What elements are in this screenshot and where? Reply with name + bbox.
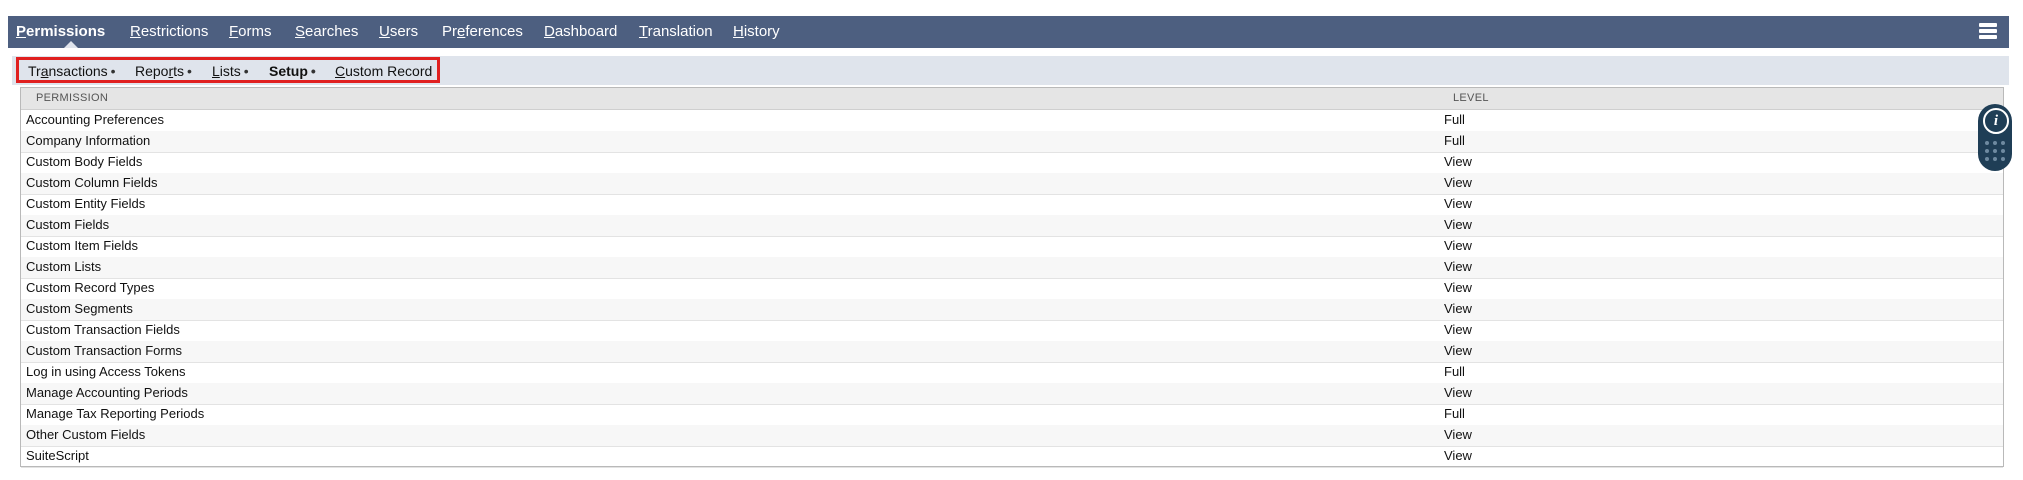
level-cell: View (1444, 259, 1472, 274)
level-cell: View (1444, 385, 1472, 400)
table-row[interactable]: Company Information Full (21, 131, 2003, 153)
subtab-custom-record[interactable]: Custom Record (335, 61, 432, 81)
level-cell: View (1444, 217, 1472, 232)
level-cell: Full (1444, 364, 1465, 379)
level-cell: View (1444, 280, 1472, 295)
table-row[interactable]: Custom Segments View (21, 299, 2003, 321)
table-row[interactable]: Manage Tax Reporting Periods Full (21, 404, 2003, 426)
level-cell: View (1444, 448, 1472, 463)
table-row[interactable]: Custom Body Fields View (21, 152, 2003, 174)
level-cell: Full (1444, 112, 1465, 127)
tab-preferences[interactable]: Preferences (442, 16, 523, 48)
tab-history[interactable]: History (733, 16, 780, 48)
table-row[interactable]: Custom Entity Fields View (21, 194, 2003, 216)
tab-translation[interactable]: Translation (639, 16, 713, 48)
table-header: PERMISSION LEVEL (21, 88, 2003, 110)
permission-cell: Custom Item Fields (26, 238, 138, 253)
level-cell: Full (1444, 406, 1465, 421)
permission-cell: Custom Entity Fields (26, 196, 146, 211)
level-cell: View (1444, 154, 1472, 169)
table-row[interactable]: SuiteScript View (21, 446, 2003, 468)
column-header-level[interactable]: LEVEL (1453, 92, 1489, 104)
table-row[interactable]: Custom Lists View (21, 257, 2003, 279)
level-cell: View (1444, 196, 1472, 211)
tab-restrictions[interactable]: Restrictions (130, 16, 208, 48)
table-row[interactable]: Accounting Preferences Full (21, 110, 2003, 132)
permission-cell: Accounting Preferences (26, 112, 165, 127)
permission-cell: Custom Lists (26, 259, 102, 274)
subtab-lists[interactable]: Lists • (212, 61, 249, 81)
permission-cell: Custom Transaction Fields (26, 322, 180, 337)
page: Permissions Restrictions Forms Searches … (0, 0, 2023, 480)
table-row[interactable]: Other Custom Fields View (21, 425, 2003, 447)
table-row[interactable]: Log in using Access Tokens Full (21, 362, 2003, 384)
permission-cell: Custom Column Fields (26, 175, 158, 190)
level-cell: View (1444, 343, 1472, 358)
keypad-icon[interactable] (1985, 141, 2006, 162)
permission-cell: Custom Record Types (26, 280, 155, 295)
permission-cell: Manage Tax Reporting Periods (26, 406, 205, 421)
permission-cell: Log in using Access Tokens (26, 364, 186, 379)
table-row[interactable]: Custom Transaction Forms View (21, 341, 2003, 363)
table-row[interactable]: Manage Accounting Periods View (21, 383, 2003, 405)
permission-cell: Custom Fields (26, 217, 110, 232)
level-cell: View (1444, 238, 1472, 253)
level-cell: View (1444, 301, 1472, 316)
level-cell: View (1444, 175, 1472, 190)
help-widget[interactable]: i (1978, 104, 2012, 171)
tab-permissions[interactable]: Permissions (16, 16, 105, 48)
top-nav-bar: Permissions Restrictions Forms Searches … (8, 16, 2009, 48)
info-icon[interactable]: i (1983, 108, 2009, 134)
tab-dashboard[interactable]: Dashboard (544, 16, 617, 48)
column-header-permission[interactable]: PERMISSION (36, 92, 108, 104)
tab-users[interactable]: Users (379, 16, 418, 48)
permission-cell: Manage Accounting Periods (26, 385, 188, 400)
permissions-table: PERMISSION LEVEL Accounting Preferences F… (20, 87, 2004, 468)
subtab-reports[interactable]: Reports • (135, 61, 192, 81)
table-row[interactable]: Custom Column Fields View (21, 173, 2003, 195)
permission-cell: Custom Segments (26, 301, 133, 316)
table-row[interactable]: Custom Item Fields View (21, 236, 2003, 258)
subtab-setup[interactable]: Setup • (269, 61, 316, 81)
subtab-transactions[interactable]: Transactions • (28, 61, 116, 81)
table-row[interactable]: Custom Transaction Fields View (21, 320, 2003, 342)
tab-searches[interactable]: Searches (295, 16, 358, 48)
permission-cell: Other Custom Fields (26, 427, 146, 442)
tab-forms[interactable]: Forms (229, 16, 272, 48)
permission-cell: Custom Transaction Forms (26, 343, 183, 358)
menu-icon[interactable] (1979, 23, 1997, 41)
permission-cell: Custom Body Fields (26, 154, 143, 169)
level-cell: View (1444, 322, 1472, 337)
table-row[interactable]: Custom Fields View (21, 215, 2003, 237)
table-row[interactable]: Custom Record Types View (21, 278, 2003, 300)
level-cell: View (1444, 427, 1472, 442)
permission-cell: SuiteScript (26, 448, 89, 463)
active-tab-indicator (64, 41, 78, 48)
permission-cell: Company Information (26, 133, 151, 148)
level-cell: Full (1444, 133, 1465, 148)
